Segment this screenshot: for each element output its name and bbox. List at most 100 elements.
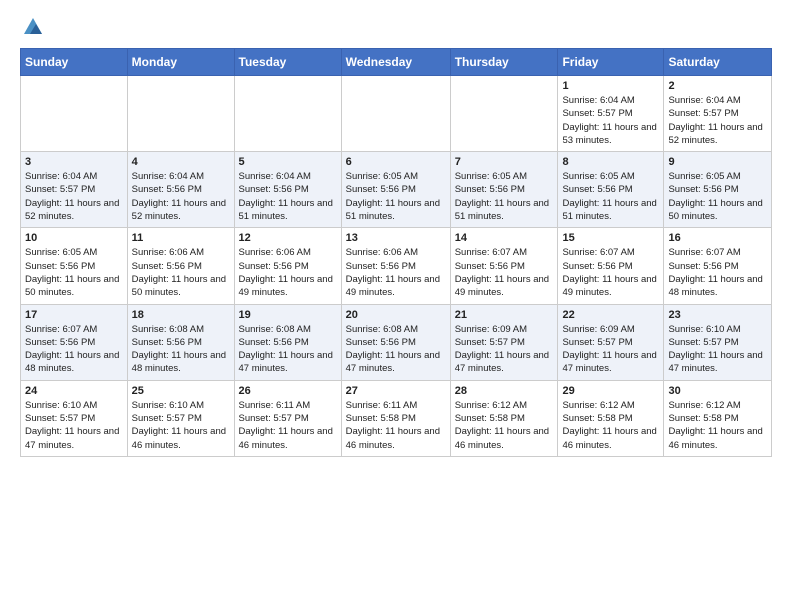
day-cell xyxy=(21,76,128,152)
day-info: Sunrise: 6:06 AMSunset: 5:56 PMDaylight:… xyxy=(239,246,337,299)
day-number: 12 xyxy=(239,232,337,244)
day-cell: 28 Sunrise: 6:12 AMSunset: 5:58 PMDayligh… xyxy=(450,380,558,456)
day-cell: 22Sunrise: 6:09 AMSunset: 5:57 PMDayligh… xyxy=(558,304,664,380)
day-cell: 26 Sunrise: 6:11 AMSunset: 5:57 PMDayligh… xyxy=(234,380,341,456)
day-cell: 24Sunrise: 6:10 AMSunset: 5:57 PMDayligh… xyxy=(21,380,128,456)
day-cell: 10 Sunrise: 6:05 AMSunset: 5:56 PMDayligh… xyxy=(21,228,128,304)
day-cell: 30Sunrise: 6:12 AMSunset: 5:58 PMDayligh… xyxy=(664,380,772,456)
day-number: 9 xyxy=(668,156,767,168)
day-number: 3 xyxy=(25,156,123,168)
day-number: 17 xyxy=(25,309,123,321)
day-info: Sunrise: 6:05 AMSunset: 5:56 PMDaylight:… xyxy=(455,170,554,223)
day-number: 24 xyxy=(25,385,123,397)
day-cell xyxy=(450,76,558,152)
day-info: Sunrise: 6:05 AMSunset: 5:56 PMDaylight:… xyxy=(25,246,123,299)
day-cell: 7 Sunrise: 6:05 AMSunset: 5:56 PMDaylight… xyxy=(450,152,558,228)
day-number: 13 xyxy=(346,232,446,244)
day-cell: 20 Sunrise: 6:08 AMSunset: 5:56 PMDayligh… xyxy=(341,304,450,380)
week-row-4: 24 Sunrise: 6:10 AMSunset: 5:57 PMDayligh… xyxy=(21,380,772,456)
day-number: 11 xyxy=(132,232,230,244)
day-number: 20 xyxy=(346,309,446,321)
header xyxy=(20,16,772,38)
day-info: Sunrise: 6:05 AMSunset: 5:56 PMDaylight:… xyxy=(562,170,659,223)
day-number: 22 xyxy=(562,309,659,321)
weekday-header-saturday: Saturday xyxy=(664,49,772,76)
day-cell: 19Sunrise: 6:08 AMSunset: 5:56 PMDayligh… xyxy=(234,304,341,380)
day-cell: 3 Sunrise: 6:04 AMSunset: 5:57 PMDaylight… xyxy=(21,152,128,228)
day-number: 27 xyxy=(346,385,446,397)
day-cell: 6 Sunrise: 6:05 AMSunset: 5:56 PMDaylight… xyxy=(341,152,450,228)
day-cell: 12 Sunrise: 6:06 AMSunset: 5:56 PMDayligh… xyxy=(234,228,341,304)
day-info: Sunrise: 6:12 AMSunset: 5:58 PMDaylight:… xyxy=(455,399,554,452)
day-number: 26 xyxy=(239,385,337,397)
weekday-header-tuesday: Tuesday xyxy=(234,49,341,76)
day-number: 6 xyxy=(346,156,446,168)
day-number: 10 xyxy=(25,232,123,244)
page: SundayMondayTuesdayWednesdayThursdayFrid… xyxy=(0,0,792,473)
day-number: 15 xyxy=(562,232,659,244)
logo-icon xyxy=(22,16,44,38)
weekday-header-sunday: Sunday xyxy=(21,49,128,76)
day-info: Sunrise: 6:05 AMSunset: 5:56 PMDaylight:… xyxy=(668,170,767,223)
logo-area xyxy=(20,16,46,38)
day-info: Sunrise: 6:04 AMSunset: 5:56 PMDaylight:… xyxy=(239,170,337,223)
day-cell: 9 Sunrise: 6:05 AMSunset: 5:56 PMDaylight… xyxy=(664,152,772,228)
day-info: Sunrise: 6:07 AMSunset: 5:56 PMDaylight:… xyxy=(562,246,659,299)
day-number: 30 xyxy=(668,385,767,397)
weekday-header-friday: Friday xyxy=(558,49,664,76)
day-cell: 1 Sunrise: 6:04 AMSunset: 5:57 PMDaylight… xyxy=(558,76,664,152)
day-info: Sunrise: 6:12 AMSunset: 5:58 PMDaylight:… xyxy=(562,399,659,452)
day-cell xyxy=(127,76,234,152)
week-row-1: 3 Sunrise: 6:04 AMSunset: 5:57 PMDaylight… xyxy=(21,152,772,228)
day-number: 23 xyxy=(668,309,767,321)
day-info: Sunrise: 6:11 AMSunset: 5:57 PMDaylight:… xyxy=(239,399,337,452)
day-info: Sunrise: 6:07 AMSunset: 5:56 PMDaylight:… xyxy=(455,246,554,299)
day-number: 19 xyxy=(239,309,337,321)
day-info: Sunrise: 6:04 AMSunset: 5:56 PMDaylight:… xyxy=(132,170,230,223)
day-number: 14 xyxy=(455,232,554,244)
day-info: Sunrise: 6:04 AMSunset: 5:57 PMDaylight:… xyxy=(562,94,659,147)
day-number: 29 xyxy=(562,385,659,397)
day-number: 7 xyxy=(455,156,554,168)
day-cell: 8 Sunrise: 6:05 AMSunset: 5:56 PMDaylight… xyxy=(558,152,664,228)
day-number: 25 xyxy=(132,385,230,397)
week-row-2: 10 Sunrise: 6:05 AMSunset: 5:56 PMDayligh… xyxy=(21,228,772,304)
day-number: 8 xyxy=(562,156,659,168)
day-info: Sunrise: 6:04 AMSunset: 5:57 PMDaylight:… xyxy=(668,94,767,147)
day-cell: 5 Sunrise: 6:04 AMSunset: 5:56 PMDaylight… xyxy=(234,152,341,228)
day-cell: 16Sunrise: 6:07 AMSunset: 5:56 PMDayligh… xyxy=(664,228,772,304)
day-cell: 23 Sunrise: 6:10 AMSunset: 5:57 PMDayligh… xyxy=(664,304,772,380)
day-number: 18 xyxy=(132,309,230,321)
day-cell: 29 Sunrise: 6:12 AMSunset: 5:58 PMDayligh… xyxy=(558,380,664,456)
week-row-0: 1 Sunrise: 6:04 AMSunset: 5:57 PMDaylight… xyxy=(21,76,772,152)
day-cell: 4 Sunrise: 6:04 AMSunset: 5:56 PMDaylight… xyxy=(127,152,234,228)
day-cell: 11 Sunrise: 6:06 AMSunset: 5:56 PMDayligh… xyxy=(127,228,234,304)
day-info: Sunrise: 6:06 AMSunset: 5:56 PMDaylight:… xyxy=(132,246,230,299)
day-number: 4 xyxy=(132,156,230,168)
calendar: SundayMondayTuesdayWednesdayThursdayFrid… xyxy=(20,48,772,457)
day-cell: 21Sunrise: 6:09 AMSunset: 5:57 PMDayligh… xyxy=(450,304,558,380)
day-info: Sunrise: 6:10 AMSunset: 5:57 PMDaylight:… xyxy=(668,323,767,376)
day-info: Sunrise: 6:10 AMSunset: 5:57 PMDaylight:… xyxy=(132,399,230,452)
weekday-header-thursday: Thursday xyxy=(450,49,558,76)
day-cell: 14 Sunrise: 6:07 AMSunset: 5:56 PMDayligh… xyxy=(450,228,558,304)
day-number: 5 xyxy=(239,156,337,168)
day-cell: 27Sunrise: 6:11 AMSunset: 5:58 PMDayligh… xyxy=(341,380,450,456)
day-cell: 18 Sunrise: 6:08 AMSunset: 5:56 PMDayligh… xyxy=(127,304,234,380)
day-info: Sunrise: 6:04 AMSunset: 5:57 PMDaylight:… xyxy=(25,170,123,223)
day-info: Sunrise: 6:08 AMSunset: 5:56 PMDaylight:… xyxy=(132,323,230,376)
day-info: Sunrise: 6:06 AMSunset: 5:56 PMDaylight:… xyxy=(346,246,446,299)
day-info: Sunrise: 6:09 AMSunset: 5:57 PMDaylight:… xyxy=(455,323,554,376)
day-info: Sunrise: 6:05 AMSunset: 5:56 PMDaylight:… xyxy=(346,170,446,223)
day-number: 1 xyxy=(562,80,659,92)
weekday-header-row: SundayMondayTuesdayWednesdayThursdayFrid… xyxy=(21,49,772,76)
day-number: 28 xyxy=(455,385,554,397)
day-info: Sunrise: 6:07 AMSunset: 5:56 PMDaylight:… xyxy=(668,246,767,299)
day-info: Sunrise: 6:07 AMSunset: 5:56 PMDaylight:… xyxy=(25,323,123,376)
day-info: Sunrise: 6:08 AMSunset: 5:56 PMDaylight:… xyxy=(346,323,446,376)
weekday-header-wednesday: Wednesday xyxy=(341,49,450,76)
day-cell: 15 Sunrise: 6:07 AMSunset: 5:56 PMDayligh… xyxy=(558,228,664,304)
day-cell: 25 Sunrise: 6:10 AMSunset: 5:57 PMDayligh… xyxy=(127,380,234,456)
logo xyxy=(20,16,46,38)
day-cell xyxy=(234,76,341,152)
